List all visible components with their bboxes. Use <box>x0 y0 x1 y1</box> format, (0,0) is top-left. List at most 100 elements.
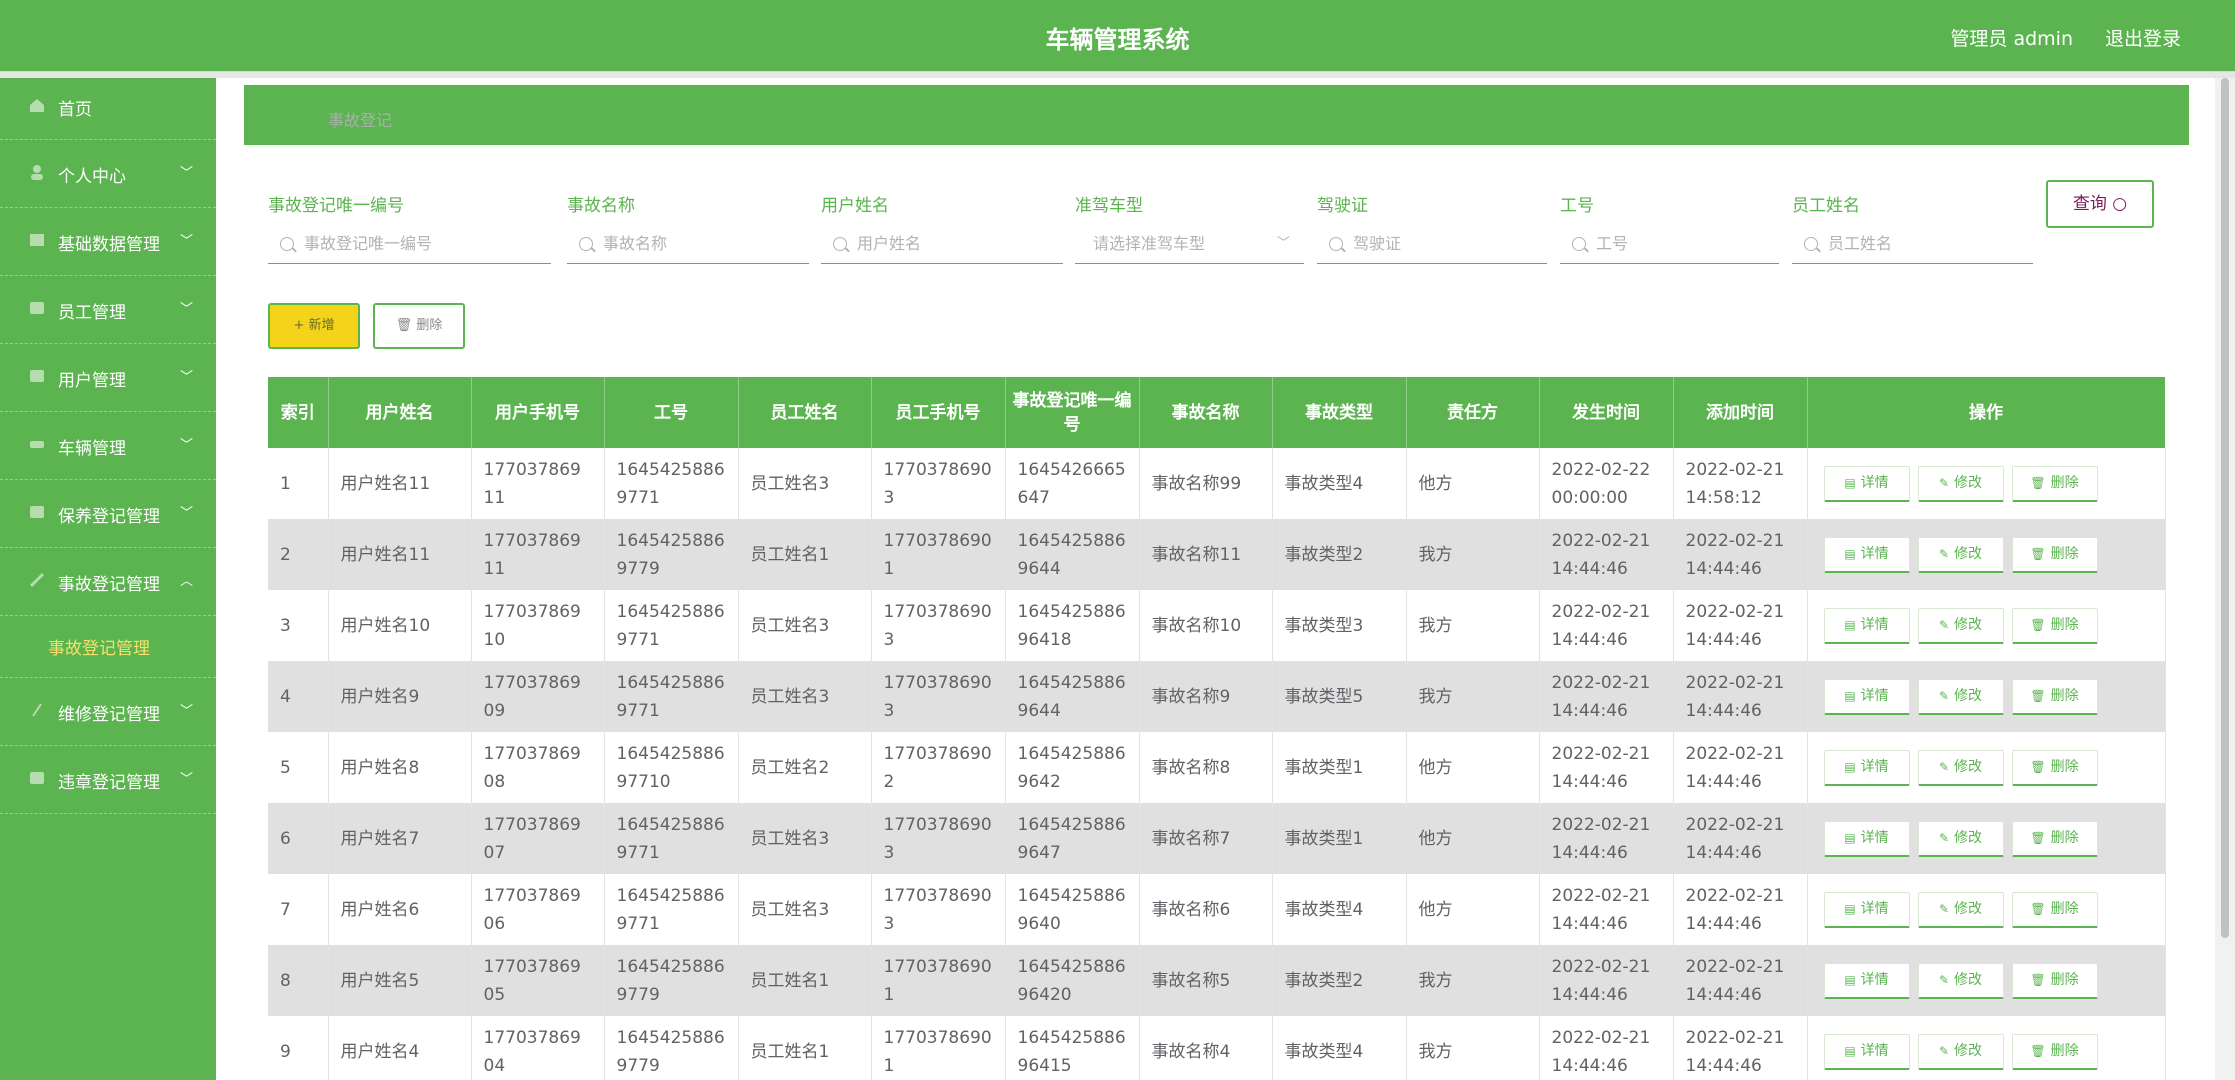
table-cell: 17703786911 <box>471 448 605 519</box>
delete-button[interactable]: 🗑 删除 <box>2011 607 2098 644</box>
edit-button[interactable]: ✎ 修改 <box>1917 1033 2004 1070</box>
staff-name-input[interactable]: 员工姓名 <box>1792 224 2033 264</box>
delete-button[interactable]: 🗑 删除 <box>2011 678 2098 715</box>
sidebar-item-maintenance[interactable]: 保养登记管理 ﹀ <box>0 480 216 548</box>
input-placeholder: 事故名称 <box>603 234 668 253</box>
detail-button[interactable]: ▤ 详情 <box>1823 536 1910 573</box>
filter-form: 事故登记唯一编号 事故登记唯一编号 事故名称 事故名称 用户姓名 用户姓名 准驾… <box>268 191 2168 301</box>
delete-button[interactable]: 🗑 删除 <box>2011 536 2098 573</box>
delete-button-label: 删除 <box>2050 1042 2079 1059</box>
breadcrumb: 事故登记 <box>244 85 2189 145</box>
table-cell: 事故名称9 <box>1139 661 1273 732</box>
sidebar-item-label: 用户管理 <box>58 371 126 391</box>
edit-button[interactable]: ✎ 修改 <box>1917 749 2004 786</box>
table-cell: 17703786903 <box>871 803 1006 874</box>
sidebar-item-basic-data[interactable]: 基础数据管理 ﹀ <box>0 208 216 276</box>
edit-button[interactable]: ✎ 修改 <box>1917 607 2004 644</box>
edit-button[interactable]: ✎ 修改 <box>1917 820 2004 857</box>
detail-button[interactable]: ▤ 详情 <box>1823 962 1910 999</box>
column-header: 用户姓名 <box>328 377 472 448</box>
table-cell: 2022-02-21 14:44:46 <box>1673 1016 1808 1080</box>
chevron-down-icon: ﹀ <box>1276 236 1290 251</box>
trash-icon: 🗑 <box>2030 1043 2046 1058</box>
delete-button[interactable]: 🗑 删除 <box>2011 891 2098 928</box>
user-name-input[interactable]: 用户姓名 <box>821 224 1063 264</box>
logout-link[interactable]: 退出登录 <box>2105 24 2181 51</box>
detail-button[interactable]: ▤ 详情 <box>1823 1033 1910 1070</box>
edit-button[interactable]: ✎ 修改 <box>1917 962 2004 999</box>
pencil-icon: ✎ <box>1938 617 1950 632</box>
driving-license-input[interactable]: 驾驶证 <box>1317 224 1547 264</box>
admin-user-label: 管理员 admin <box>1950 28 2073 50</box>
delete-button[interactable]: 🗑 删除 <box>2011 820 2098 857</box>
table-cell: 用户姓名5 <box>328 945 472 1016</box>
sidebar-item-users[interactable]: 用户管理 ﹀ <box>0 344 216 412</box>
accident-table: 索引 用户姓名 用户手机号 工号 员工姓名 员工手机号 事故登记唯一编号 事故名称 事故类型 责任… <box>268 377 2166 1080</box>
table-cell: 我方 <box>1406 1016 1540 1080</box>
column-header: 责任方 <box>1406 377 1540 448</box>
detail-button[interactable]: ▤ 详情 <box>1823 465 1910 502</box>
detail-button[interactable]: ▤ 详情 <box>1823 891 1910 928</box>
detail-button[interactable]: ▤ 详情 <box>1823 678 1910 715</box>
table-cell: 16454258869644 <box>1005 661 1140 732</box>
table-cell: 16454258869779 <box>604 1016 739 1080</box>
edit-button[interactable]: ✎ 修改 <box>1917 536 2004 573</box>
table-cell: 164542588697710 <box>604 732 739 803</box>
sidebar-item-violation[interactable]: 违章登记管理 ﹀ <box>0 746 216 814</box>
sidebar-item-personal[interactable]: 个人中心 ﹀ <box>0 140 216 208</box>
sidebar-item-label: 基础数据管理 <box>58 235 160 255</box>
sidebar-item-label: 员工管理 <box>58 303 126 323</box>
column-header: 操作 <box>1807 377 2166 448</box>
accident-name-input[interactable]: 事故名称 <box>567 224 809 264</box>
table-cell: 事故类型2 <box>1272 945 1407 1016</box>
table-cell: 17703786906 <box>471 874 605 945</box>
table-cell: 2022-02-21 14:58:12 <box>1673 448 1808 519</box>
table-cell: 员工姓名3 <box>738 661 872 732</box>
table-cell: 员工姓名1 <box>738 1016 872 1080</box>
delete-button-label: 删除 <box>2050 971 2079 988</box>
trash-icon: 🗑 <box>2030 759 2046 774</box>
table-cell: 2 <box>268 519 329 590</box>
detail-button[interactable]: ▤ 详情 <box>1823 820 1910 857</box>
scrollbar-thumb[interactable] <box>2221 78 2229 938</box>
query-button-label: 查询 <box>2072 194 2107 214</box>
query-button[interactable]: 查询 ○ <box>2046 180 2154 228</box>
delete-button[interactable]: 🗑 删除 <box>2011 465 2098 502</box>
edit-button[interactable]: ✎ 修改 <box>1917 891 2004 928</box>
add-button[interactable]: + 新增 <box>268 303 360 349</box>
car-icon <box>30 441 44 448</box>
detail-button-label: 详情 <box>1860 829 1889 846</box>
delete-button-label: 删除 <box>416 318 443 333</box>
table-cell: 事故类型4 <box>1272 448 1407 519</box>
delete-button[interactable]: 🗑 删除 <box>2011 1033 2098 1070</box>
app-title: 车辆管理系统 <box>1045 26 1190 54</box>
table-cell: 用户姓名11 <box>328 448 472 519</box>
page-scrollbar[interactable] <box>2215 78 2235 1080</box>
table-header-row: 索引 用户姓名 用户手机号 工号 员工姓名 员工手机号 事故登记唯一编号 事故名称 事故类型 责任… <box>268 377 2166 448</box>
table-cell: 17703786903 <box>871 661 1006 732</box>
sidebar-item-accident[interactable]: 事故登记管理 ︿ <box>0 548 216 616</box>
sidebar-item-home[interactable]: 首页 <box>0 78 216 140</box>
sidebar-item-vehicles[interactable]: 车辆管理 ﹀ <box>0 412 216 480</box>
table-row: 5 用户姓名8 17703786908 164542588697710 员工姓名2 177… <box>268 732 2166 803</box>
delete-button[interactable]: 🗑 删除 <box>2011 749 2098 786</box>
detail-button[interactable]: ▤ 详情 <box>1823 607 1910 644</box>
edit-button[interactable]: ✎ 修改 <box>1917 678 2004 715</box>
edit-button[interactable]: ✎ 修改 <box>1917 465 2004 502</box>
batch-delete-button[interactable]: 🗑 删除 <box>373 303 465 349</box>
accident-id-input[interactable]: 事故登记唯一编号 <box>268 224 551 264</box>
table-row: 9 用户姓名4 17703786904 16454258869779 员工姓名1 1770… <box>268 1016 2166 1080</box>
sidebar-item-repair[interactable]: 维修登记管理 ﹀ <box>0 678 216 746</box>
delete-button-label: 删除 <box>2050 545 2079 562</box>
table-cell: 他方 <box>1406 803 1540 874</box>
sidebar-subitem-accident[interactable]: 事故登记管理 <box>48 634 150 659</box>
table-cell: 164542588696420 <box>1005 945 1140 1016</box>
staff-no-input[interactable]: 工号 <box>1560 224 1779 264</box>
table-cell: 2022-02-21 14:44:46 <box>1539 1016 1674 1080</box>
pencil-icon: ✎ <box>1938 1043 1950 1058</box>
delete-button[interactable]: 🗑 删除 <box>2011 962 2098 999</box>
detail-button[interactable]: ▤ 详情 <box>1823 749 1910 786</box>
trash-icon: 🗑 <box>2030 688 2046 703</box>
license-type-select[interactable]: 请选择准驾车型 ﹀ <box>1075 224 1304 264</box>
sidebar-item-staff[interactable]: 员工管理 ﹀ <box>0 276 216 344</box>
